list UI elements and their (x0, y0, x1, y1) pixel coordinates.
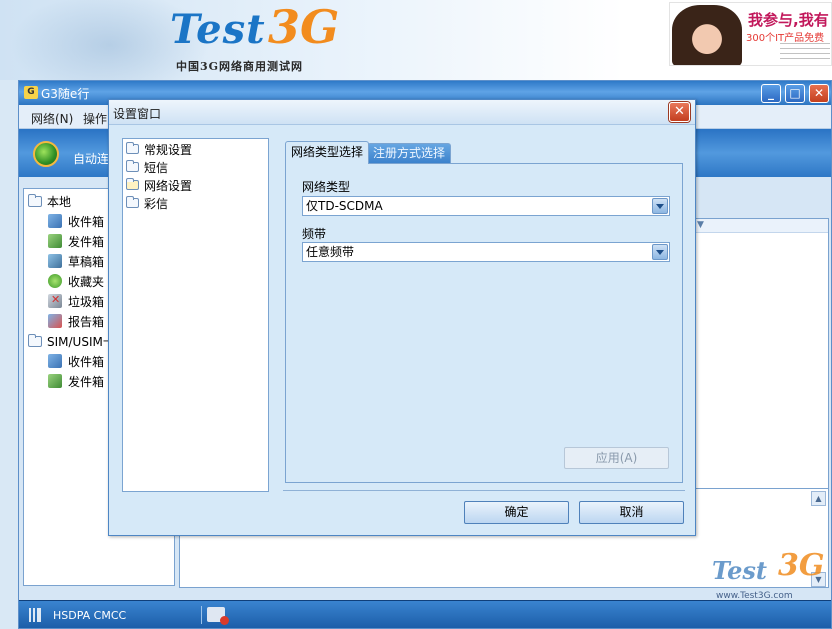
dialog-title: 设置窗口 (113, 107, 162, 121)
tree-item-label: 发件箱 (68, 374, 105, 389)
message-error-icon[interactable] (207, 607, 229, 625)
app-logo-icon: G (24, 86, 38, 99)
drafts-icon (48, 254, 62, 268)
tree-item-label: 草稿箱 (68, 254, 105, 269)
tree-item-favorites[interactable]: 收藏夹 (48, 272, 104, 290)
nav-network-settings[interactable]: 网络设置 (126, 176, 192, 194)
nav-general-settings[interactable]: 常规设置 (126, 140, 192, 158)
settings-dialog: 设置窗口 ✕ 常规设置 短信 网络设置 彩信 网络类型选择 注册方式选择 网络类… (108, 99, 696, 536)
site-logo-subtitle: 中国3G网络商用测试网 (176, 60, 304, 73)
band-label: 频带 (302, 227, 327, 241)
ok-button[interactable]: 确定 (464, 501, 569, 524)
nav-label: 网络设置 (144, 178, 193, 193)
tab-panel-network-type: 网络类型 仅TD-SCDMA 频带 任意频带 应用(A) (285, 163, 683, 483)
ad-fine-print (780, 43, 830, 63)
folder-icon (126, 142, 139, 154)
trash-icon (48, 293, 62, 308)
watermark: Test 3G www.Test3G.com (712, 548, 832, 608)
tree-item-drafts[interactable]: 草稿箱 (48, 252, 104, 270)
auto-connect-icon[interactable] (33, 141, 59, 167)
tree-item-sim-outbox[interactable]: 发件箱 (48, 372, 104, 390)
close-button[interactable]: ✕ (809, 84, 829, 103)
network-type-value: 仅TD-SCDMA (306, 199, 383, 213)
tree-item-outbox[interactable]: 发件箱 (48, 232, 104, 250)
ad-subline: 300个IT产品免费 (746, 33, 825, 44)
band-value: 任意频带 (306, 245, 355, 259)
tree-item-label: 收件箱 (68, 354, 105, 369)
tree-item-label: 报告箱 (68, 314, 105, 329)
tree-root-label: SIM/USIM卡 (47, 334, 115, 349)
watermark-mark: 3G (778, 548, 825, 583)
report-icon (48, 314, 62, 328)
chevron-down-icon[interactable] (652, 244, 668, 260)
menu-network[interactable]: 网络(N) (31, 110, 73, 127)
status-divider (201, 606, 202, 624)
tree-item-inbox[interactable]: 收件箱 (48, 212, 104, 230)
tree-item-trash[interactable]: 垃圾箱 (48, 292, 104, 310)
tree-root-sim[interactable]: SIM/USIM卡 (28, 332, 115, 350)
signal-icon (29, 608, 41, 622)
site-banner: Test 3G 中国3G网络商用测试网 我参与,我有 300个IT产品免费 (0, 0, 832, 80)
favorites-icon (48, 274, 62, 288)
watermark-url: www.Test3G.com (716, 591, 793, 601)
outbox-icon (48, 234, 62, 248)
apply-button[interactable]: 应用(A) (564, 447, 669, 469)
tree-item-label: 收藏夹 (68, 274, 105, 289)
tree-item-reports[interactable]: 报告箱 (48, 312, 104, 330)
tree-item-label: 垃圾箱 (68, 294, 105, 309)
open-folder-icon (126, 178, 139, 190)
tree-item-sim-inbox[interactable]: 收件箱 (48, 352, 104, 370)
tab-network-type[interactable]: 网络类型选择 (285, 141, 370, 164)
folder-icon (28, 333, 42, 347)
band-select[interactable]: 任意频带 (302, 242, 670, 262)
folder-icon (126, 196, 139, 208)
settings-nav-tree: 常规设置 短信 网络设置 彩信 (122, 138, 269, 492)
network-type-label: 网络类型 (302, 180, 351, 194)
inbox-icon (48, 354, 62, 368)
menu-operation[interactable]: 操作 (83, 110, 107, 127)
dialog-titlebar[interactable]: 设置窗口 ✕ (109, 100, 695, 125)
status-bar: HSDPA CMCC (19, 600, 831, 628)
minimize-button[interactable]: _ (761, 84, 781, 103)
ad-photo (672, 5, 742, 65)
tree-root-local[interactable]: 本地 (28, 192, 71, 210)
app-title: G3随e行 (41, 87, 90, 101)
tree-item-label: 发件箱 (68, 234, 105, 249)
dialog-close-button[interactable]: ✕ (669, 102, 690, 122)
network-status: HSDPA CMCC (53, 609, 127, 622)
tab-panel-divider (283, 490, 685, 492)
tree-item-label: 收件箱 (68, 214, 105, 229)
nav-mms[interactable]: 彩信 (126, 194, 168, 212)
sort-arrow-icon[interactable]: ▼ (697, 220, 704, 230)
settings-tabs: 网络类型选择 注册方式选择 网络类型 仅TD-SCDMA 频带 任意频带 应用(… (283, 141, 685, 491)
folder-icon (126, 160, 139, 172)
site-logo-text: Test (170, 6, 266, 53)
network-type-select[interactable]: 仅TD-SCDMA (302, 196, 670, 216)
auto-connect-label[interactable]: 自动连 (73, 150, 109, 167)
nav-label: 短信 (144, 160, 169, 175)
nav-label: 常规设置 (144, 142, 193, 157)
outbox-icon (48, 374, 62, 388)
site-logo-3g: 3G (268, 0, 340, 54)
chevron-down-icon[interactable] (652, 198, 668, 214)
inbox-icon (48, 214, 62, 228)
cancel-button[interactable]: 取消 (579, 501, 684, 524)
watermark-logo: Test (712, 556, 767, 585)
nav-label: 彩信 (144, 196, 169, 211)
tab-registration-mode[interactable]: 注册方式选择 (367, 143, 452, 163)
ad-headline: 我参与,我有 (748, 11, 829, 29)
tree-root-label: 本地 (47, 194, 72, 209)
nav-sms[interactable]: 短信 (126, 158, 168, 176)
folder-icon (28, 193, 42, 207)
maximize-button[interactable]: □ (785, 84, 805, 103)
scroll-up-icon[interactable]: ▲ (811, 491, 826, 506)
banner-ad[interactable]: 我参与,我有 300个IT产品免费 (669, 2, 832, 66)
